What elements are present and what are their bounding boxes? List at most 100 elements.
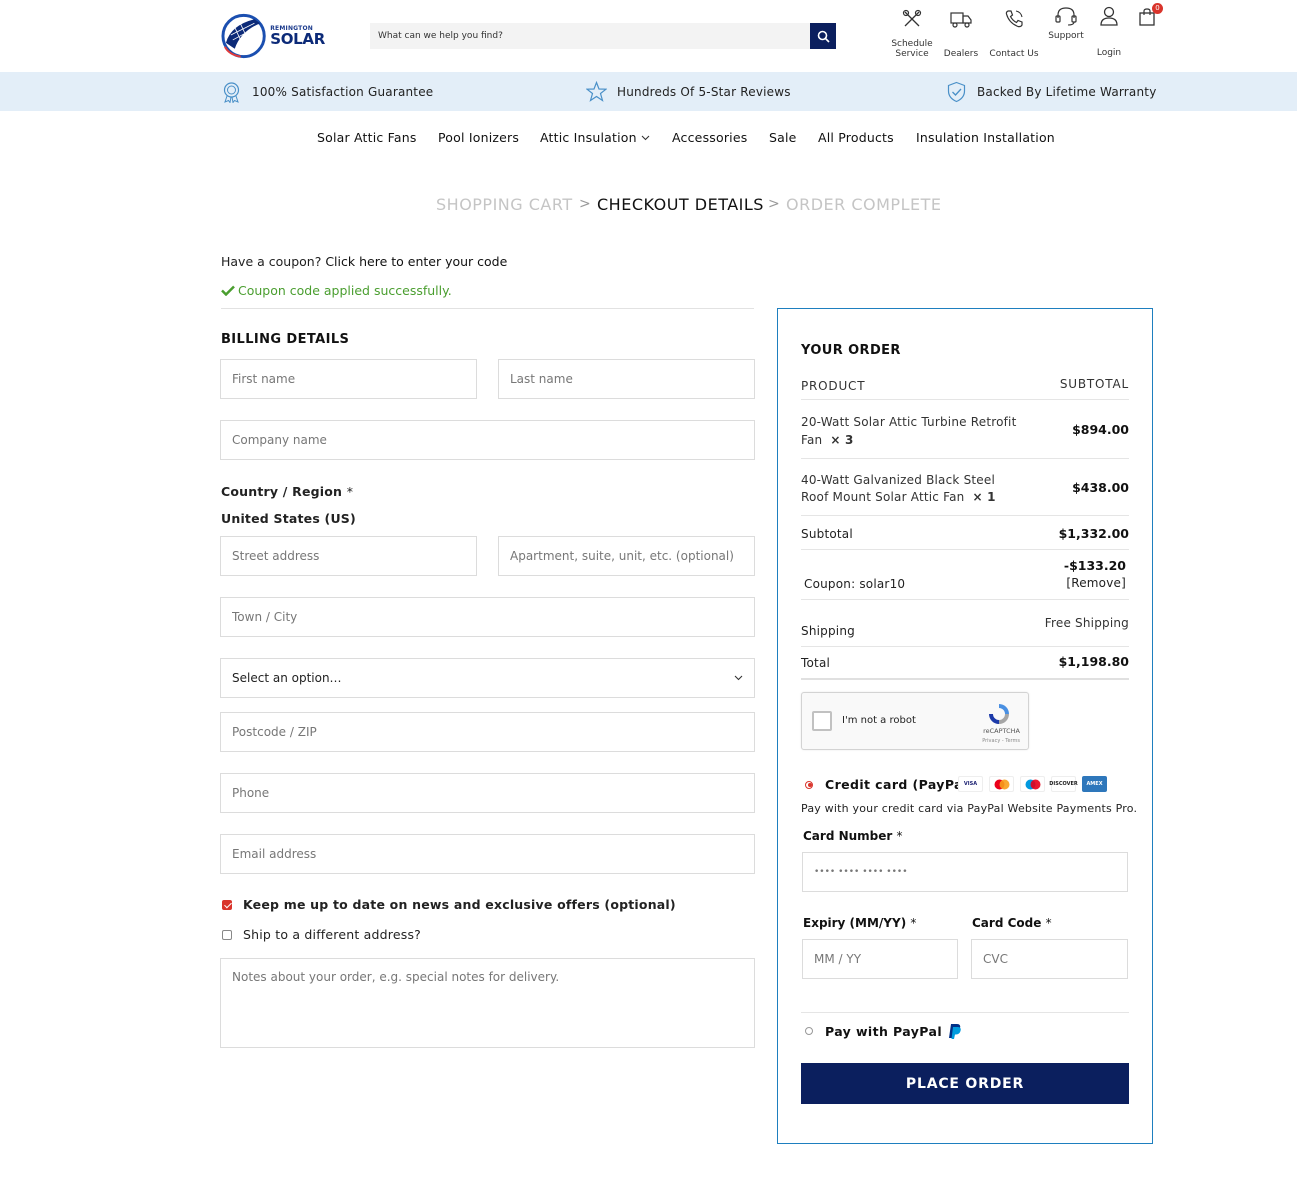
ship-different-checkbox-row[interactable]: Ship to a different address? xyxy=(222,927,421,942)
award-icon xyxy=(223,81,240,103)
coupon-toggle-link[interactable]: Click here to enter your code xyxy=(325,254,507,269)
divider xyxy=(801,458,1129,459)
recaptcha-label: I'm not a robot xyxy=(842,715,916,726)
apartment-input[interactable] xyxy=(498,536,755,576)
newsletter-checkbox-row[interactable]: Keep me up to date on news and exclusive… xyxy=(222,897,676,912)
card-code-input[interactable] xyxy=(971,939,1128,979)
visa-card-icon: VISA xyxy=(958,776,983,792)
divider xyxy=(801,1012,1129,1013)
recaptcha-checkbox[interactable] xyxy=(812,711,832,731)
coupon-applied-label: Coupon: solar10 xyxy=(804,577,906,591)
nav-all-products[interactable]: All Products xyxy=(818,130,894,145)
nav-accessories[interactable]: Accessories xyxy=(672,130,747,145)
site-logo[interactable]: REMINGTON SOLAR xyxy=(221,13,325,59)
step-order-complete: ORDER COMPLETE xyxy=(786,195,942,214)
shipping-value: Free Shipping xyxy=(1044,616,1129,630)
paypal-label: Pay with PayPal xyxy=(825,1023,943,1039)
trust-bar: 100% Satisfaction Guarantee Hundreds Of … xyxy=(0,72,1297,111)
ship-different-checkbox[interactable] xyxy=(222,929,232,940)
divider xyxy=(801,399,1129,400)
search-button[interactable] xyxy=(810,23,836,49)
nav-pool-ionizers[interactable]: Pool Ionizers xyxy=(438,130,519,145)
expiry-label: Expiry (MM/YY) * xyxy=(803,916,917,930)
trust-item-warranty: Backed By Lifetime Warranty xyxy=(946,72,1157,111)
step-separator-icon: > xyxy=(579,196,592,212)
credit-card-description: Pay with your credit card via PayPal Web… xyxy=(801,802,1138,815)
recaptcha-logo-icon xyxy=(989,704,1009,724)
coupon-prompt-text: Have a coupon? xyxy=(221,254,322,269)
country-value: United States (US) xyxy=(221,511,356,526)
column-product-header: PRODUCT xyxy=(801,379,866,393)
truck-icon xyxy=(950,12,972,28)
tools-icon xyxy=(902,9,922,27)
support-label: Support xyxy=(1048,31,1084,41)
paypal-option[interactable]: Pay with PayPal xyxy=(805,1023,962,1039)
company-name-input[interactable] xyxy=(220,420,755,460)
postcode-input[interactable] xyxy=(220,712,755,752)
card-number-label: Card Number * xyxy=(803,829,903,843)
divider xyxy=(801,678,1129,680)
search-input[interactable] xyxy=(370,23,810,49)
email-input[interactable] xyxy=(220,834,755,874)
total-label: Total xyxy=(801,656,831,670)
state-select-value: Select an option… xyxy=(232,671,342,685)
trust-item-satisfaction: 100% Satisfaction Guarantee xyxy=(221,72,433,111)
recaptcha-terms[interactable]: Privacy - Terms xyxy=(982,738,1020,744)
nav-attic-insulation[interactable]: Attic Insulation xyxy=(540,130,637,145)
discover-card-icon: DISCOVER xyxy=(1049,776,1078,792)
order-review-panel: YOUR ORDER PRODUCT SUBTOTAL 20-Watt Sola… xyxy=(777,308,1153,1144)
card-number-input[interactable] xyxy=(802,852,1128,892)
step-checkout-details[interactable]: CHECKOUT DETAILS xyxy=(597,195,764,214)
credit-card-option[interactable]: Credit card (PayPal) xyxy=(805,777,974,792)
divider xyxy=(221,308,754,309)
paypal-logo-icon xyxy=(949,1024,961,1039)
coupon-discount-value: -$133.20 xyxy=(1063,558,1126,573)
total-value: $1,198.80 xyxy=(1058,654,1129,669)
maestro-card-icon xyxy=(1020,776,1045,792)
contact-us-link[interactable]: Contact Us xyxy=(986,8,1042,59)
state-select[interactable]: Select an option… xyxy=(220,658,755,698)
your-order-title: YOUR ORDER xyxy=(801,343,901,358)
dealers-link[interactable]: Dealers xyxy=(943,8,979,59)
last-name-input[interactable] xyxy=(498,359,755,399)
first-name-input[interactable] xyxy=(220,359,477,399)
shipping-label: Shipping xyxy=(801,624,855,638)
town-city-input[interactable] xyxy=(220,597,755,637)
star-icon xyxy=(586,81,607,102)
step-shopping-cart[interactable]: SHOPPING CART xyxy=(436,195,573,214)
phone-input[interactable] xyxy=(220,773,755,813)
order-notes-textarea[interactable] xyxy=(220,958,755,1048)
place-order-button[interactable]: PLACE ORDER xyxy=(801,1063,1129,1104)
divider xyxy=(801,599,1129,600)
newsletter-checkbox[interactable] xyxy=(222,899,232,910)
cart-link[interactable]: 0 xyxy=(1137,3,1163,27)
trust-text-reviews: Hundreds Of 5-Star Reviews xyxy=(617,84,791,99)
trust-item-reviews: Hundreds Of 5-Star Reviews xyxy=(586,72,791,111)
schedule-service-label: Schedule Service xyxy=(891,39,933,59)
dealers-label: Dealers xyxy=(943,49,979,59)
user-icon xyxy=(1100,6,1118,26)
billing-details-title: BILLING DETAILS xyxy=(221,332,350,347)
subtotal-label: Subtotal xyxy=(801,527,853,541)
nav-insulation-installation[interactable]: Insulation Installation xyxy=(916,130,1055,145)
recaptcha-widget: I'm not a robot reCAPTCHA Privacy - Term… xyxy=(801,692,1029,750)
amex-card-icon: AMEX xyxy=(1082,776,1107,792)
chevron-down-icon xyxy=(734,675,743,681)
paypal-radio[interactable] xyxy=(805,1027,813,1035)
coupon-remove-link[interactable]: [Remove] xyxy=(1066,576,1126,590)
coupon-prompt: Have a coupon? Click here to enter your … xyxy=(221,254,507,269)
divider xyxy=(801,515,1129,516)
solar-logo-icon xyxy=(221,13,266,59)
schedule-service-link[interactable]: Schedule Service xyxy=(890,8,934,59)
divider xyxy=(801,549,1129,550)
nav-sale[interactable]: Sale xyxy=(769,130,797,145)
support-link[interactable]: Support xyxy=(1044,5,1088,41)
shield-check-icon xyxy=(947,81,966,102)
trust-text-satisfaction: 100% Satisfaction Guarantee xyxy=(252,84,434,99)
nav-solar-attic-fans[interactable]: Solar Attic Fans xyxy=(317,130,417,145)
credit-card-label: Credit card (PayPal) xyxy=(825,777,974,792)
street-address-input[interactable] xyxy=(220,536,477,576)
expiry-input[interactable] xyxy=(802,939,958,979)
credit-card-radio[interactable] xyxy=(805,780,813,789)
login-link[interactable]: Login xyxy=(1090,5,1128,58)
